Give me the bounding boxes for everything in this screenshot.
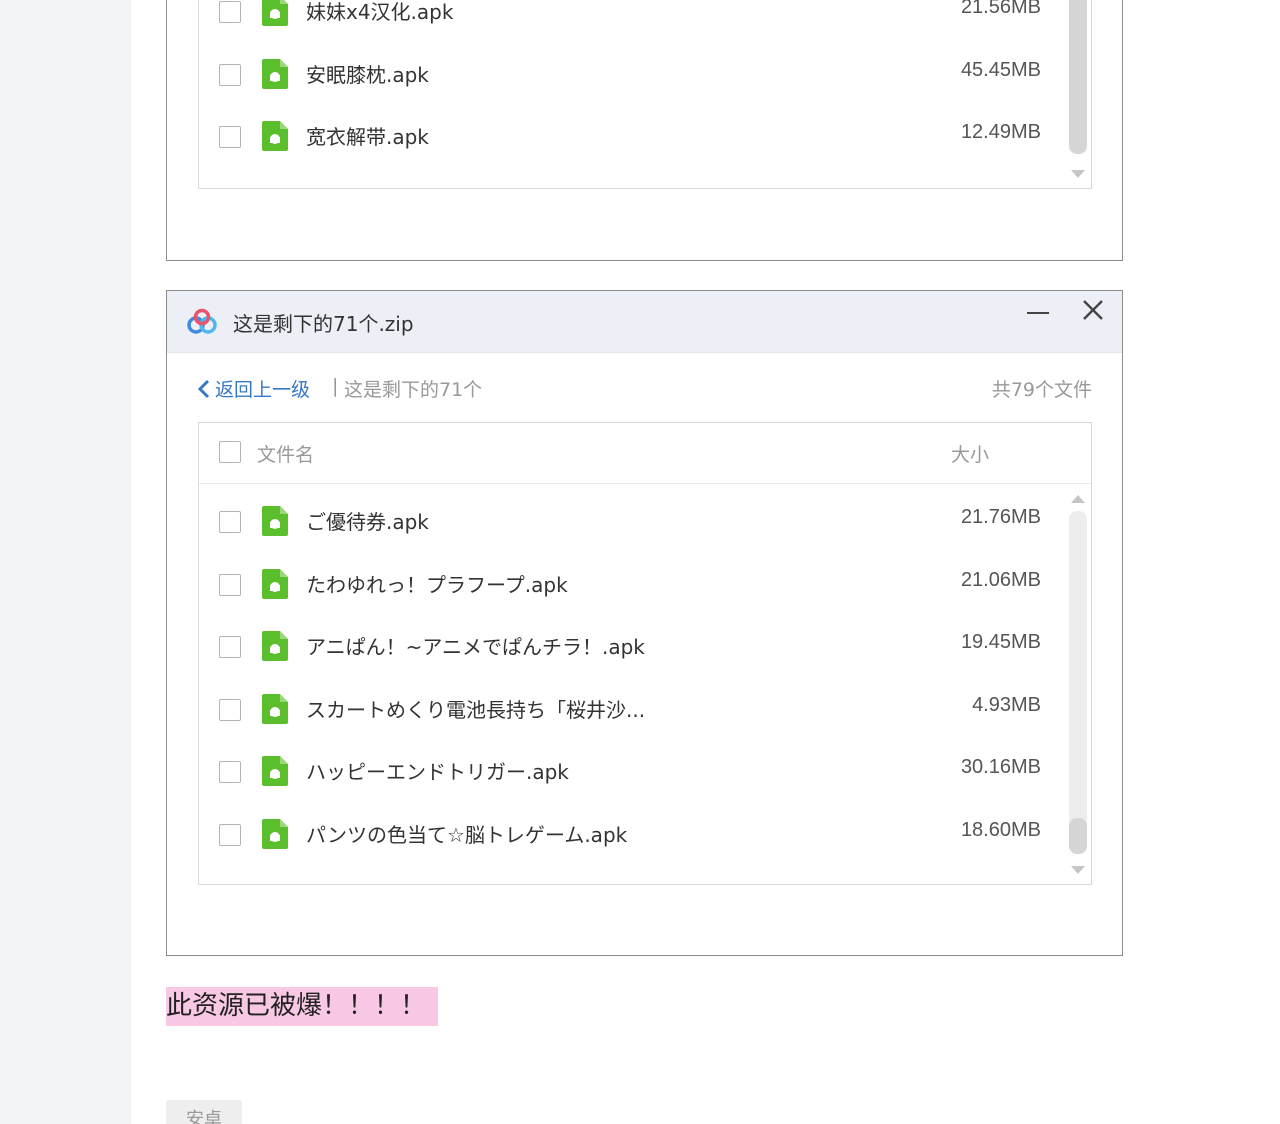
file-name: ハッピーエンドトリガー.apk xyxy=(306,760,569,784)
archive-preview-window: 这是剩下的71个.zip 返回上一级 | 这是剩下的71个 共79个文件 文件名… xyxy=(166,290,1123,956)
file-row[interactable]: パンツの色当て☆脳トレゲーム.apk 18.60MB xyxy=(199,811,1063,874)
scrollbar-thumb[interactable] xyxy=(1069,0,1087,154)
back-link-label: 返回上一级 xyxy=(215,379,311,401)
minimize-button[interactable] xyxy=(1026,301,1050,325)
file-name: アニぱん！~アニメでぱんチラ！.apk xyxy=(306,635,645,659)
file-name: スカートめくり電池長持ち「桜井沙... xyxy=(306,697,646,722)
row-checkbox[interactable] xyxy=(219,63,241,86)
file-list-box: 文件名 大小 ご優待券.apk 21.76MB たわゆれっ！プラフープ.apk … xyxy=(198,422,1092,885)
scroll-down-arrow-icon[interactable] xyxy=(1071,866,1085,874)
select-all-checkbox[interactable] xyxy=(219,441,241,463)
file-row[interactable]: 安眠膝枕.apk 45.45MB xyxy=(199,51,1063,114)
scrollbar-thumb[interactable] xyxy=(1069,818,1087,854)
file-name: 安眠膝枕.apk xyxy=(306,62,429,87)
apk-file-icon xyxy=(262,0,288,26)
apk-file-icon xyxy=(262,506,288,536)
apk-file-icon xyxy=(262,568,288,599)
file-name: 妹妹x4汉化.apk xyxy=(306,0,454,24)
file-row[interactable]: スカートめくり電池長持ち「桜井沙... 4.93MB xyxy=(199,686,1063,749)
file-name: パンツの色当て☆脳トレゲーム.apk xyxy=(306,822,628,847)
file-list-box: 妹妹x4汉化.apk 21.56MB 安眠膝枕.apk 45.45MB 宽衣解带… xyxy=(198,0,1092,189)
back-link[interactable]: 返回上一级 xyxy=(197,375,310,402)
breadcrumb: 这是剩下的71个 xyxy=(344,379,483,401)
archive-preview-window-top: 妹妹x4汉化.apk 21.56MB 安眠膝枕.apk 45.45MB 宽衣解带… xyxy=(166,0,1123,261)
file-size: 21.76MB xyxy=(960,506,1041,528)
chevron-left-icon xyxy=(197,379,210,398)
file-list: 妹妹x4汉化.apk 21.56MB 安眠膝枕.apk 45.45MB 宽衣解带… xyxy=(199,0,1063,176)
file-row[interactable]: 妹妹x4汉化.apk 21.56MB xyxy=(199,0,1063,51)
leaked-resource-notice: 此资源已被爆！！！！ xyxy=(166,987,439,1026)
file-size: 19.45MB xyxy=(960,631,1041,653)
file-count: 共79个文件 xyxy=(991,379,1092,401)
breadcrumb-separator: | xyxy=(332,375,339,397)
scrollbar[interactable] xyxy=(1069,0,1087,182)
window-title: 这是剩下的71个.zip xyxy=(233,312,414,336)
file-row[interactable]: アニぱん！~アニメでぱんチラ！.apk 19.45MB xyxy=(199,623,1063,686)
file-list-header: 文件名 大小 xyxy=(199,423,1091,484)
file-size: 21.06MB xyxy=(960,568,1041,591)
left-sidebar-background xyxy=(0,0,131,1124)
file-name: ご優待券.apk xyxy=(306,510,429,534)
baidu-netdisk-logo-icon xyxy=(187,308,217,334)
file-row[interactable]: たわゆれっ！プラフープ.apk 21.06MB xyxy=(199,561,1063,624)
file-list: ご優待券.apk 21.76MB たわゆれっ！プラフープ.apk 21.06MB… xyxy=(199,498,1063,873)
scrollbar[interactable] xyxy=(1069,489,1087,878)
row-checkbox[interactable] xyxy=(219,698,241,721)
row-checkbox[interactable] xyxy=(219,573,241,596)
row-checkbox[interactable] xyxy=(219,761,241,783)
scroll-down-arrow-icon[interactable] xyxy=(1071,170,1085,178)
file-size: 18.60MB xyxy=(960,818,1041,841)
file-row[interactable]: ご優待券.apk 21.76MB xyxy=(199,498,1063,561)
file-size: 45.45MB xyxy=(960,58,1041,81)
row-checkbox[interactable] xyxy=(219,1,241,23)
apk-file-icon xyxy=(262,121,288,151)
scrollbar-track[interactable] xyxy=(1069,0,1087,154)
category-tag[interactable]: 安卓 xyxy=(166,1100,242,1124)
navigation-bar: 返回上一级 | 这是剩下的71个 共79个文件 xyxy=(197,371,1092,403)
apk-file-icon xyxy=(262,58,288,89)
scroll-up-arrow-icon[interactable] xyxy=(1071,495,1085,503)
file-name: 宽衣解带.apk xyxy=(306,125,429,149)
row-checkbox[interactable] xyxy=(219,636,241,658)
window-titlebar: 这是剩下的71个.zip xyxy=(167,291,1122,353)
apk-file-icon xyxy=(262,693,288,724)
file-name: たわゆれっ！プラフープ.apk xyxy=(306,572,568,597)
row-checkbox[interactable] xyxy=(219,511,241,533)
file-row[interactable]: ハッピーエンドトリガー.apk 30.16MB xyxy=(199,748,1063,811)
column-header-size: 大小 xyxy=(951,444,990,466)
apk-file-icon xyxy=(262,756,288,786)
file-row[interactable]: 宽衣解带.apk 12.49MB xyxy=(199,113,1063,176)
apk-file-icon xyxy=(262,631,288,661)
row-checkbox[interactable] xyxy=(219,823,241,846)
file-size: 12.49MB xyxy=(960,121,1041,143)
file-size: 4.93MB xyxy=(972,693,1041,716)
file-size: 30.16MB xyxy=(960,756,1041,778)
row-checkbox[interactable] xyxy=(219,126,241,148)
close-icon[interactable] xyxy=(1080,297,1106,323)
apk-file-icon xyxy=(262,818,288,849)
column-header-name: 文件名 xyxy=(257,444,315,466)
file-size: 21.56MB xyxy=(960,0,1041,18)
scrollbar-track[interactable] xyxy=(1069,511,1087,854)
